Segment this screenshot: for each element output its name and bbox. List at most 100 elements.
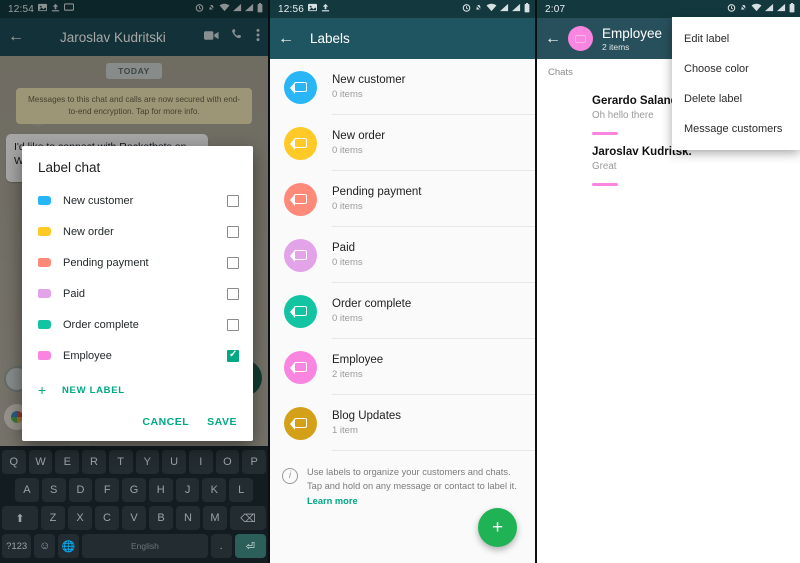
list-item[interactable]: Paid 0 items (270, 227, 535, 283)
key[interactable]: Z (41, 506, 65, 530)
list-item[interactable]: Order complete 0 items (270, 283, 535, 339)
label-name: New order (332, 129, 386, 142)
upload-icon (321, 3, 330, 15)
label-checkbox[interactable] (227, 318, 239, 331)
label-name: Paid (332, 241, 356, 254)
key[interactable]: E (55, 450, 80, 474)
hint-body: Use labels to organize your customers an… (307, 467, 517, 492)
label-option-row[interactable]: New order (22, 216, 253, 247)
learn-more-link[interactable]: Learn more (307, 496, 358, 506)
key[interactable]: X (68, 506, 92, 530)
status-bar-right (727, 2, 795, 16)
menu-item-delete-label[interactable]: Delete label (672, 84, 800, 114)
add-label-fab[interactable]: + (478, 508, 517, 547)
key[interactable]: M (203, 506, 227, 530)
label-count: 0 items (332, 256, 363, 268)
new-label-button[interactable]: + NEW LABEL (22, 371, 253, 402)
key[interactable]: Q (1, 450, 26, 474)
label-option-row[interactable]: Employee (22, 340, 253, 371)
backspace-key[interactable]: ⌫ (230, 506, 266, 530)
language-key[interactable]: 🌐 (58, 534, 80, 558)
label-color-swatch (38, 196, 51, 205)
emoji-key[interactable]: ☺ (34, 534, 56, 558)
key[interactable]: B (149, 506, 173, 530)
key[interactable]: Y (135, 450, 160, 474)
keyboard-row-2: A S D F G H J K L (2, 478, 266, 502)
label-icon (284, 238, 317, 272)
key[interactable]: O (215, 450, 240, 474)
key[interactable]: T (108, 450, 133, 474)
label-checkbox[interactable] (227, 194, 239, 207)
key[interactable]: R (82, 450, 106, 474)
panel-chat-label-dialog: 12:54 ← Jaroslav Kudritski TODAY Message… (0, 0, 268, 563)
back-button[interactable]: ← (278, 30, 298, 47)
key[interactable]: J (175, 478, 200, 502)
status-time: 2:07 (545, 3, 566, 15)
back-button[interactable]: ← (545, 30, 565, 47)
key[interactable]: G (122, 478, 146, 502)
signal-icon (500, 3, 509, 15)
label-count: 0 items (332, 312, 363, 324)
label-checkbox-checked[interactable] (227, 349, 239, 362)
key[interactable]: F (95, 478, 120, 502)
save-button[interactable]: SAVE (207, 416, 237, 428)
key[interactable]: V (122, 506, 146, 530)
label-checkbox[interactable] (227, 256, 239, 269)
label-count: 2 items (332, 368, 363, 380)
labels-list: New customer 0 items New order 0 items P… (270, 59, 535, 563)
key[interactable]: P (242, 450, 267, 474)
app-bar-titles: Employee 2 items (602, 26, 662, 52)
dialog-actions: CANCEL SAVE (22, 402, 253, 441)
wifi-icon (751, 3, 762, 15)
status-bar-left: 2:07 (545, 4, 565, 15)
label-count: 0 items (332, 88, 363, 100)
menu-item-edit-label[interactable]: Edit label (672, 24, 800, 54)
label-checkbox[interactable] (227, 225, 239, 238)
hint-text: Use labels to organize your customers an… (307, 465, 519, 508)
key[interactable]: S (41, 478, 66, 502)
space-key[interactable]: English (82, 534, 208, 558)
label-count: 0 items (332, 200, 363, 212)
shift-key[interactable]: ⬆ (2, 506, 38, 530)
key[interactable]: D (68, 478, 93, 502)
key[interactable]: W (28, 450, 53, 474)
panel-labels-list: 12:56 ← Labels New customer 0 items New … (268, 0, 535, 563)
label-icon (284, 406, 317, 440)
key[interactable]: N (176, 506, 200, 530)
cancel-button[interactable]: CANCEL (142, 416, 189, 428)
key[interactable]: K (202, 478, 227, 502)
bell-off-icon (474, 3, 483, 15)
label-icon (284, 182, 317, 216)
key[interactable]: C (95, 506, 119, 530)
label-color-swatch (38, 258, 51, 267)
label-option-name: Order complete (63, 318, 139, 331)
key[interactable]: A (14, 478, 39, 502)
key[interactable]: I (188, 450, 213, 474)
label-icon (284, 350, 317, 384)
new-label-text: NEW LABEL (62, 384, 125, 396)
list-item[interactable]: New customer 0 items (270, 59, 535, 115)
label-option-row[interactable]: Pending payment (22, 247, 253, 278)
label-checkbox[interactable] (227, 287, 239, 300)
list-item[interactable]: Employee 2 items (270, 339, 535, 395)
key[interactable]: H (148, 478, 173, 502)
label-item-text: Order complete 0 items (332, 283, 535, 339)
keyboard-row-3: ⬆ Z X C V B N M ⌫ (2, 506, 266, 530)
labels-hint: i Use labels to organize your customers … (270, 451, 535, 508)
info-icon: i (282, 468, 298, 484)
label-option-row[interactable]: New customer (22, 185, 253, 216)
label-item-text: New order 0 items (332, 115, 535, 171)
key[interactable]: U (162, 450, 186, 474)
label-option-row[interactable]: Paid (22, 278, 253, 309)
symbols-key[interactable]: ?123 (2, 534, 32, 558)
menu-item-message-customers[interactable]: Message customers (672, 114, 800, 144)
list-item[interactable]: Blog Updates 1 item (270, 395, 535, 451)
list-item[interactable]: New order 0 items (270, 115, 535, 171)
list-item[interactable]: Pending payment 0 items (270, 171, 535, 227)
menu-item-choose-color[interactable]: Choose color (672, 54, 800, 84)
key[interactable]: L (229, 478, 254, 502)
enter-key[interactable]: ⏎ (234, 534, 266, 558)
keyboard-row-1: Q W E R T Y U I O P (1, 450, 267, 474)
period-key[interactable]: . (210, 534, 232, 558)
label-option-row[interactable]: Order complete (22, 309, 253, 340)
